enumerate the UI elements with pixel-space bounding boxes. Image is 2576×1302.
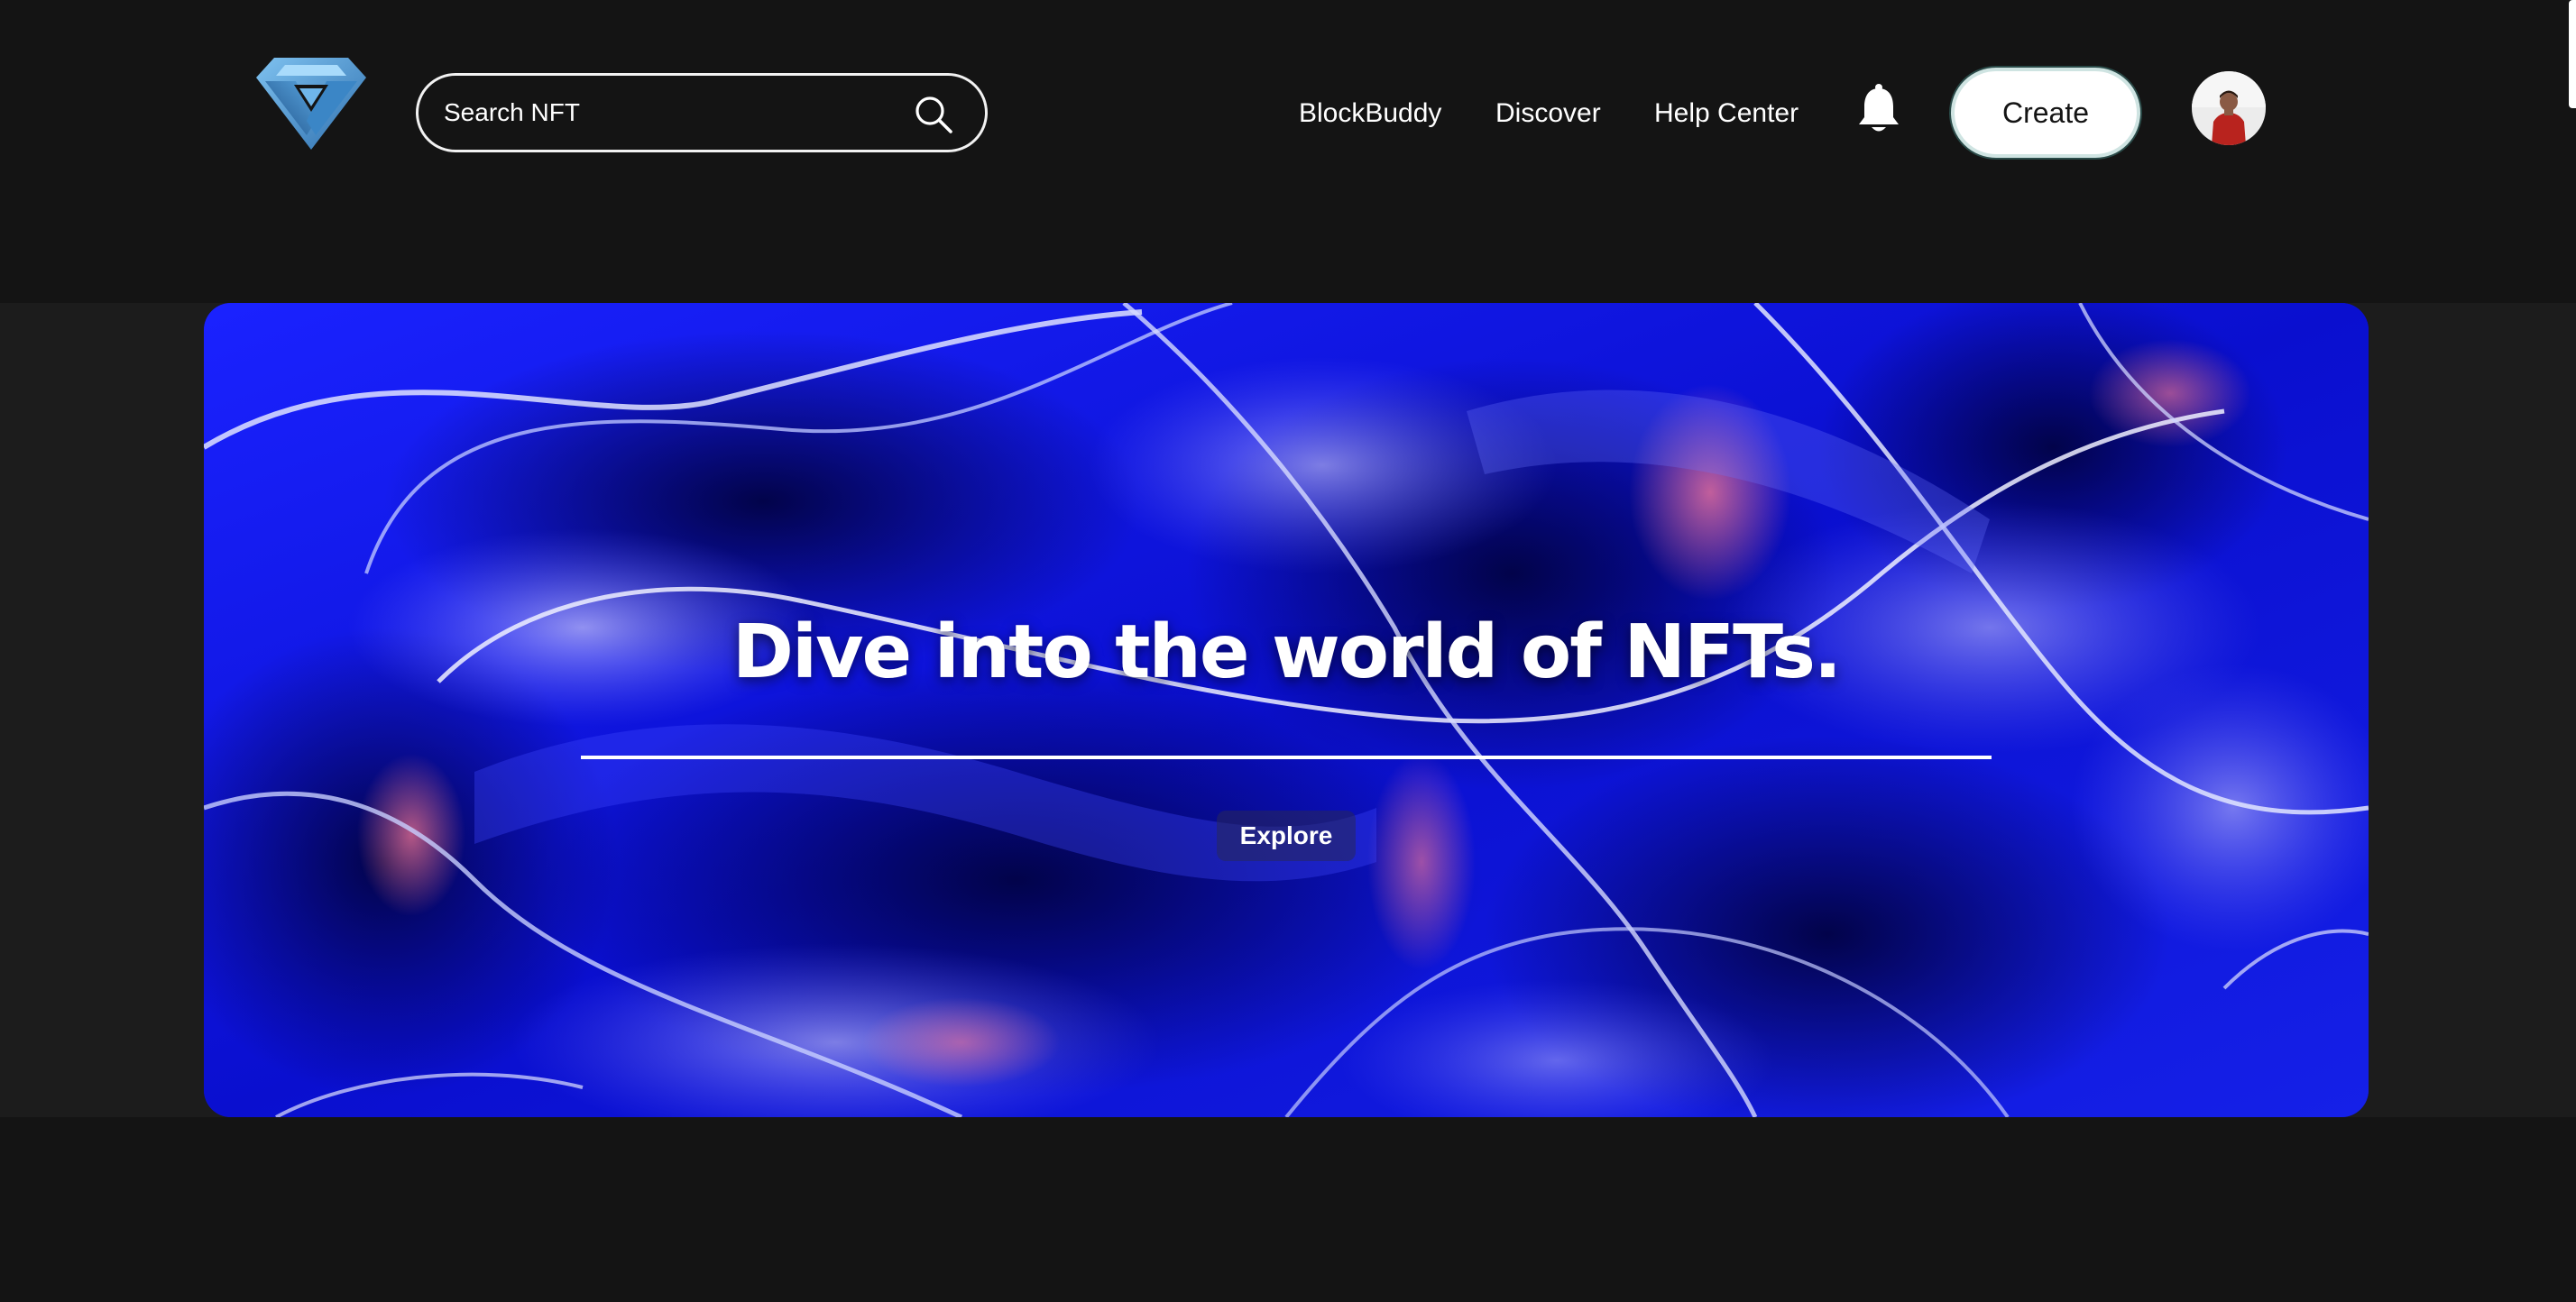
user-avatar[interactable]	[2192, 71, 2266, 145]
page: BlockBuddy Discover Help Center Create	[0, 0, 2576, 1302]
nav-link-help-center[interactable]: Help Center	[1654, 94, 1799, 133]
nav-link-blockbuddy[interactable]: BlockBuddy	[1299, 94, 1441, 133]
hero-title: Dive into the world of NFTs.	[731, 610, 1842, 695]
create-button[interactable]: Create	[1951, 68, 2140, 158]
nav-link-discover[interactable]: Discover	[1495, 94, 1601, 133]
search-icon[interactable]	[913, 94, 954, 135]
search-box	[416, 73, 988, 152]
hero-abstract-image	[204, 303, 2369, 1117]
window-scroll-edge	[2569, 0, 2576, 108]
logo-icon[interactable]	[253, 56, 370, 151]
search-input[interactable]	[444, 76, 877, 150]
hero-banner: Dive into the world of NFTs. Explore	[204, 303, 2369, 1117]
top-navbar: BlockBuddy Discover Help Center Create	[0, 0, 2576, 303]
bell-icon[interactable]	[1856, 83, 1901, 133]
hero-divider	[581, 756, 1992, 759]
explore-button[interactable]: Explore	[1217, 811, 1356, 861]
